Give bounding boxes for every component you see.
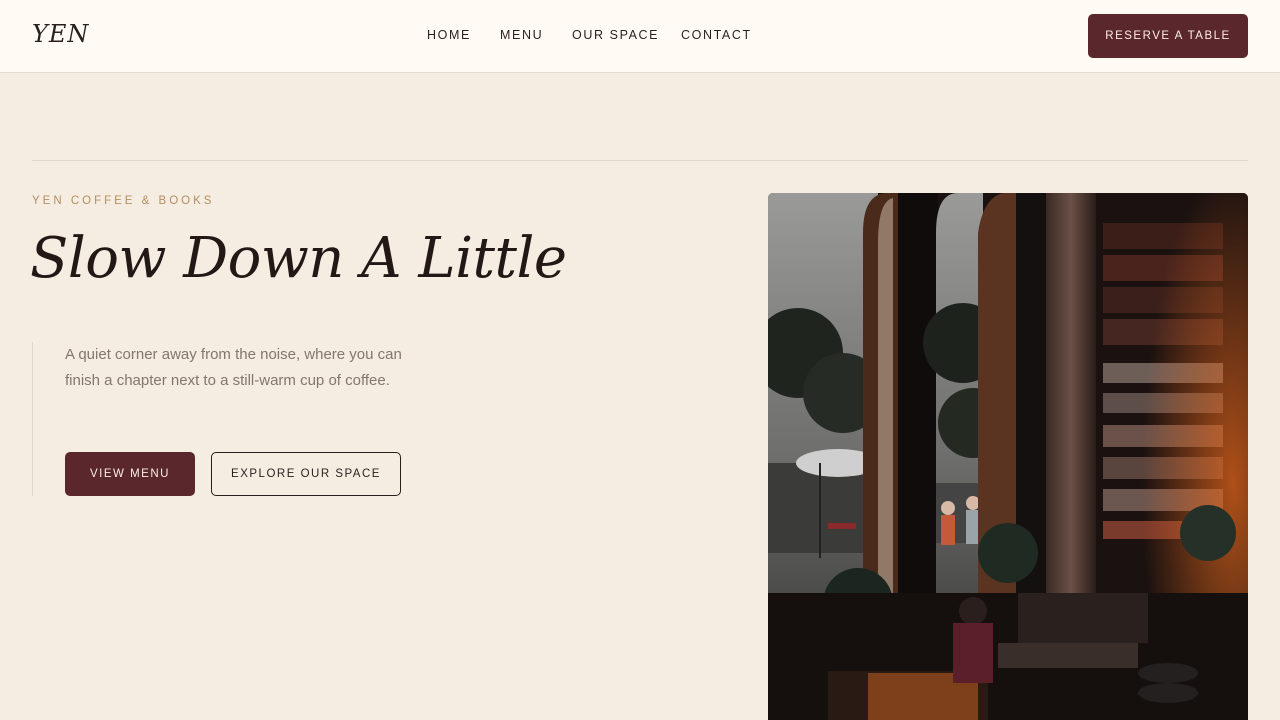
nav-our-space-link[interactable]: OUR SPACE (572, 28, 659, 42)
view-menu-button[interactable]: VIEW MENU (65, 452, 195, 496)
site-header: YEN HOME MENU OUR SPACE CONTACT RESERVE … (0, 0, 1280, 73)
hero-description: A quiet corner away from the noise, wher… (65, 346, 402, 389)
explore-our-space-button[interactable]: EXPLORE OUR SPACE (211, 452, 401, 496)
nav-contact-link[interactable]: CONTACT (681, 28, 752, 42)
nav-menu-link[interactable]: MENU (500, 28, 543, 42)
hero-eyebrow: YEN COFFEE & BOOKS (32, 195, 215, 207)
hero-copy-block: A quiet corner away from the noise, wher… (32, 342, 432, 496)
nav-home-link[interactable]: HOME (427, 28, 471, 42)
reserve-table-button[interactable]: RESERVE A TABLE (1088, 14, 1248, 58)
hero-title: Slow Down A Little (30, 226, 567, 291)
section-divider (32, 160, 1248, 161)
cafe-interior-photo (768, 193, 1248, 720)
